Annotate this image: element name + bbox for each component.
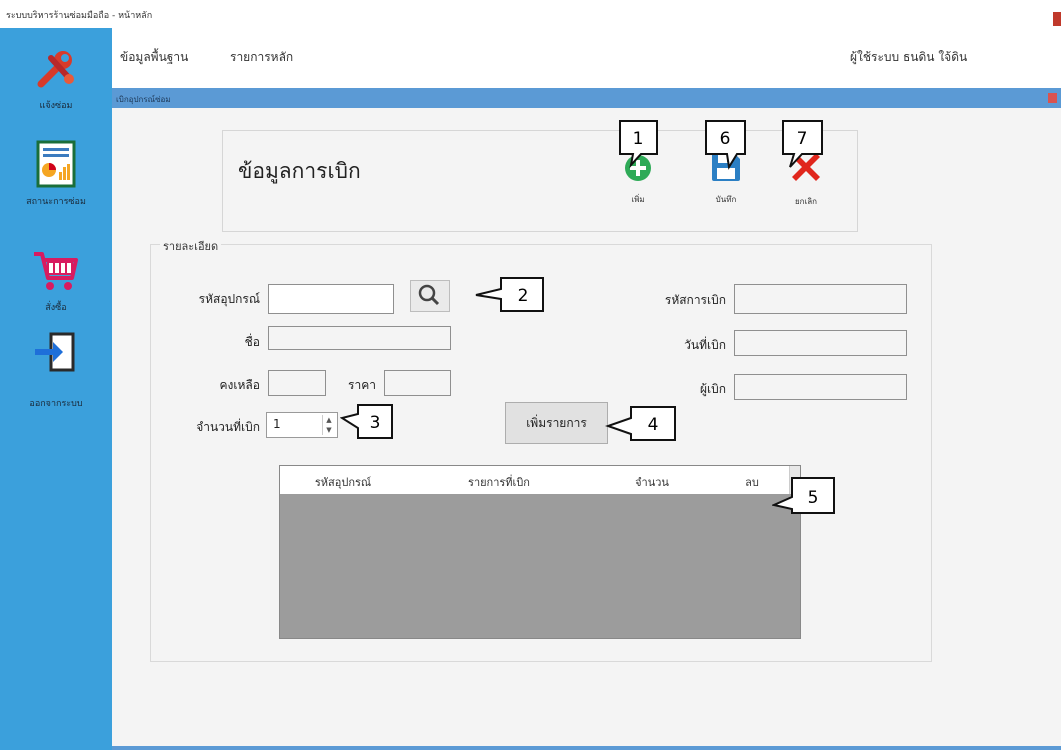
menu-item-main-list[interactable]: รายการหลัก — [230, 48, 293, 67]
menu-item-basic-data[interactable]: ข้อมูลพื้นฐาน — [120, 48, 188, 67]
grid-column-header[interactable]: จำนวน — [592, 473, 712, 491]
callout-1-label: 1 — [633, 129, 644, 149]
sidebar-item-repair[interactable]: แจ้งซ่อม — [0, 46, 112, 112]
form-close-button[interactable] — [1048, 93, 1057, 103]
sidebar-item-status[interactable]: สถานะการซ่อม — [0, 140, 112, 208]
heading-panel: ข้อมูลการเบิก เพิ่ม บันทึก ยกเลิก — [222, 130, 858, 232]
form-title: เบิกอุปกรณ์ซ่อม — [116, 95, 171, 104]
window-titlebar: ระบบบริหารร้านซ่อมมือถือ - หน้าหลัก — [0, 0, 1061, 29]
callout-2: 2 — [475, 277, 544, 312]
withdraw-date-field[interactable] — [734, 330, 907, 356]
sidebar-item-label: ออกจากระบบ — [29, 399, 83, 409]
menu-bar: ข้อมูลพื้นฐาน รายการหลัก ผู้ใช้ระบบ ธนดิ… — [112, 28, 1061, 88]
grid-header: รหัสอุปกรณ์ รายการที่เบิก จำนวน ลบ — [280, 466, 800, 494]
sidebar-item-label: แจ้งซ่อม — [39, 101, 73, 111]
search-icon — [418, 284, 440, 306]
items-grid[interactable]: รหัสอุปกรณ์ รายการที่เบิก จำนวน ลบ — [279, 465, 801, 639]
sidebar-item-label: สถานะการซ่อม — [26, 197, 86, 207]
equipment-code-input[interactable] — [268, 284, 394, 314]
callout-5: 5 — [772, 477, 835, 514]
sidebar-item-label: สั่งซื้อ — [45, 303, 67, 313]
search-button[interactable] — [410, 280, 450, 312]
quantity-label: จำนวนที่เบิก — [196, 420, 260, 434]
price-field[interactable] — [384, 370, 451, 396]
withdraw-date-label: วันที่เบิก — [684, 338, 726, 352]
repair-tools-icon — [37, 51, 74, 88]
withdrawer-field[interactable] — [734, 374, 907, 400]
price-label: ราคา — [348, 378, 376, 392]
quantity-value: 1 — [273, 417, 281, 431]
stepper-arrows-icon[interactable]: ▲ ▼ — [322, 415, 335, 435]
sidebar: แจ้งซ่อม สถานะการซ่อม สั่งซื้อ ออกจากระบ… — [0, 28, 112, 750]
form-bottom-border — [112, 746, 1061, 750]
callout-4: 4 — [605, 406, 676, 441]
callout-5-label: 5 — [808, 488, 819, 508]
remaining-label: คงเหลือ — [219, 378, 260, 392]
grid-column-header[interactable]: รหัสอุปกรณ์ — [280, 473, 406, 491]
current-user: ผู้ใช้ระบบ ธนดิน ใจ้ดิน — [850, 50, 968, 64]
add-item-button[interactable]: เพิ่มรายการ — [505, 402, 608, 444]
callout-7: 7 — [782, 120, 823, 168]
withdrawer-label: ผู้เบิก — [699, 382, 726, 396]
callout-3: 3 — [340, 404, 393, 439]
callout-4-label: 4 — [648, 415, 659, 435]
sidebar-item-logout[interactable]: ออกจากระบบ — [0, 332, 112, 410]
sidebar-item-order[interactable]: สั่งซื้อ — [0, 248, 112, 314]
remaining-field[interactable] — [268, 370, 326, 396]
callout-3-label: 3 — [370, 413, 381, 433]
withdraw-code-field[interactable] — [734, 284, 907, 314]
window-close-button[interactable] — [1053, 12, 1061, 26]
callout-6-label: 6 — [720, 129, 731, 149]
equipment-code-label: รหัสอุปกรณ์ — [198, 292, 260, 306]
form-titlebar: เบิกอุปกรณ์ซ่อม — [112, 88, 1061, 108]
callout-7-label: 7 — [797, 129, 808, 149]
callout-1: 1 — [619, 120, 658, 168]
page-title: ข้อมูลการเบิก — [238, 159, 361, 183]
details-legend: รายละเอียด — [160, 237, 222, 255]
callout-2-label: 2 — [518, 286, 529, 306]
grid-column-header[interactable]: รายการที่เบิก — [406, 473, 592, 491]
withdraw-code-label: รหัสการเบิก — [664, 293, 726, 307]
save-button-label: บันทึก — [715, 195, 737, 204]
name-field[interactable] — [268, 326, 451, 350]
name-label: ชื่อ — [244, 335, 260, 349]
quantity-stepper[interactable]: 1 ▲ ▼ — [266, 412, 338, 438]
cancel-button-label: ยกเลิก — [794, 197, 817, 206]
callout-6: 6 — [705, 120, 746, 170]
report-chart-icon — [36, 140, 76, 188]
logout-icon — [35, 332, 75, 372]
window-title: ระบบบริหารร้านซ่อมมือถือ - หน้าหลัก — [6, 11, 153, 21]
add-button-label: เพิ่ม — [631, 195, 645, 204]
shopping-cart-icon — [34, 252, 78, 290]
